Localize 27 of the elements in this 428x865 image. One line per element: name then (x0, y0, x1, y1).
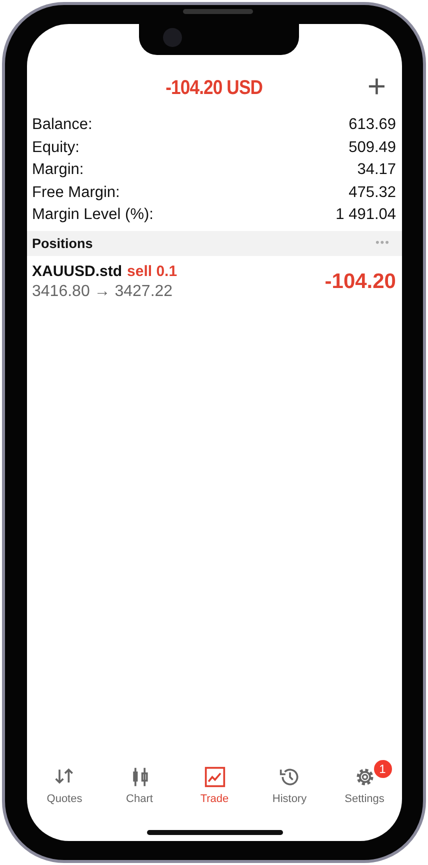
stat-value: 34.17 (357, 161, 396, 180)
tab[interactable]: Settings 1 (330, 760, 400, 814)
tab[interactable]: History (254, 760, 324, 814)
tab[interactable]: Trade (180, 760, 250, 814)
stat-value: 613.69 (348, 116, 396, 134)
position-symbol: XAUUSD.std (32, 262, 122, 280)
position-side: sell 0.1 (127, 262, 178, 280)
tab[interactable]: Quotes (30, 760, 100, 814)
stat-label: Equity: (32, 138, 80, 157)
speaker-grille (183, 9, 253, 14)
history-icon (278, 766, 300, 788)
stat-label: Balance: (32, 116, 92, 134)
stat-label: Margin Level (%): (32, 206, 154, 224)
stat-value: 509.49 (348, 138, 396, 157)
stat-label: Margin: (32, 161, 84, 180)
stat-value: 1 491.04 (336, 206, 396, 224)
position-profit: -104.20 (324, 270, 396, 294)
notification-badge: 1 (374, 760, 392, 778)
camera-lens (163, 28, 182, 47)
account-total: -104.20 USD (166, 76, 263, 100)
line-chart-icon (204, 766, 226, 788)
stat-value: 475.32 (348, 184, 396, 202)
section-title: Positions (32, 236, 93, 250)
tab[interactable]: Chart (104, 760, 174, 814)
stat-label: Free Margin: (32, 184, 120, 202)
position-prices: 3416.80 → 3427.22 (32, 282, 174, 300)
add-button[interactable]: + (365, 70, 388, 102)
